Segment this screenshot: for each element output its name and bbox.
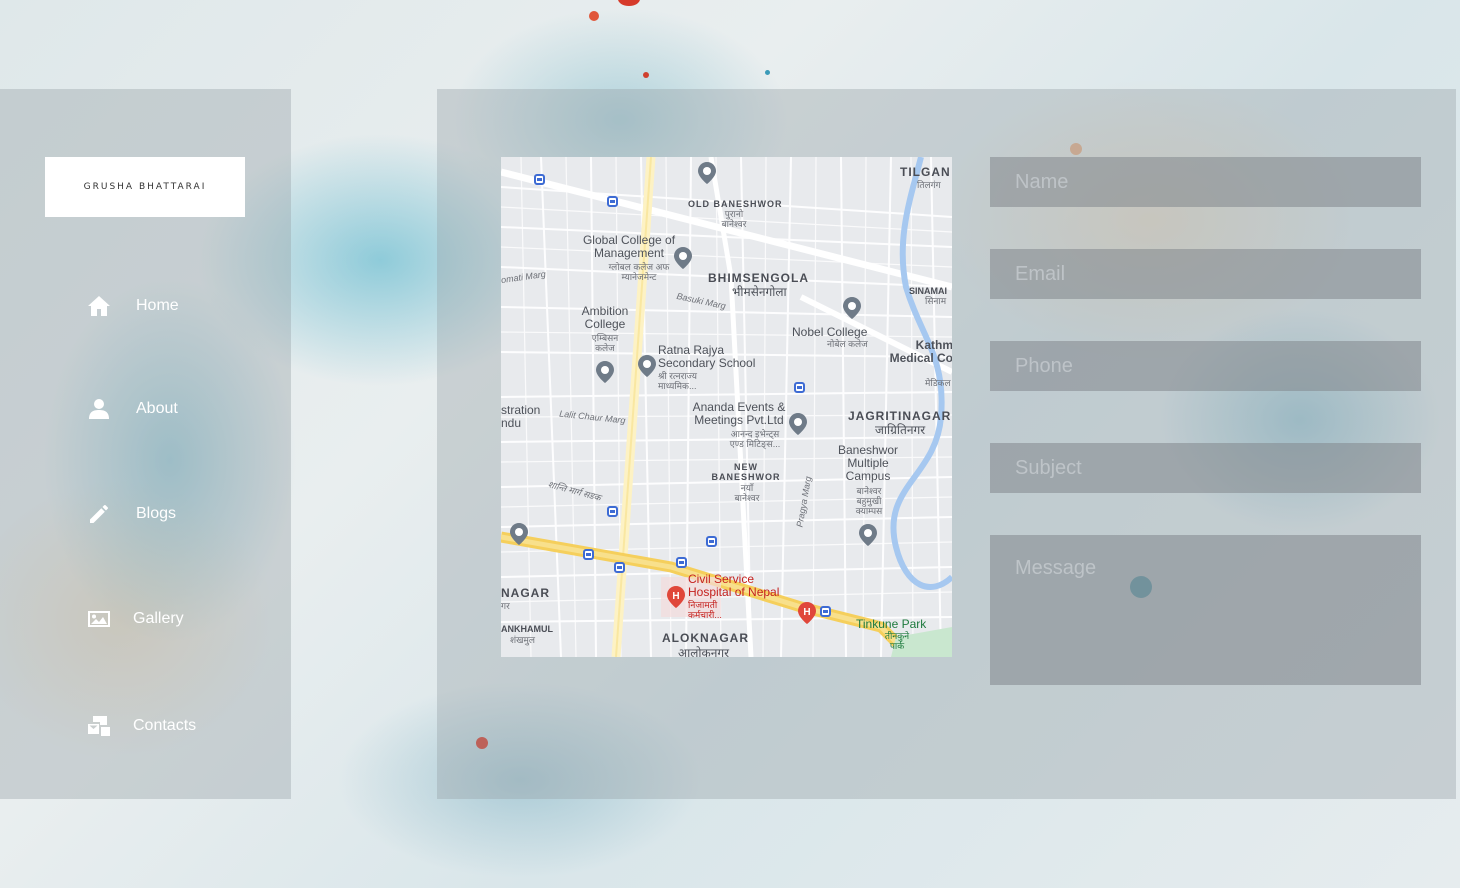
background-splash	[618, 0, 640, 6]
map-label-bhimsengola-dev: भीमसेनगोला	[732, 285, 787, 299]
nav-item-home[interactable]: Home	[86, 293, 179, 319]
map-label-kathmandu-medical: Kathm Medical Co	[889, 338, 952, 366]
map-label-nobel-college-dev: नोबेल कलेज	[827, 339, 868, 349]
map-label-global-college: Global College of Management	[582, 233, 676, 261]
map-label-tinkune-park-dev: तीनकुने पार्क	[884, 631, 910, 651]
pencil-icon	[86, 501, 112, 527]
map-label-ambition-college: Ambition College	[581, 304, 629, 332]
home-icon	[86, 293, 112, 319]
image-icon	[86, 606, 112, 632]
nav-item-gallery[interactable]: Gallery	[86, 606, 184, 632]
nav-item-label: Blogs	[136, 505, 177, 522]
map-label-ankhamul-dev: शंखमुल	[510, 635, 535, 645]
map-label-sinamangal-dev: सिनाम	[925, 296, 947, 306]
bus-stop-icon[interactable]	[676, 557, 687, 568]
map-label-ratna-rajya-dev: श्री रत्नराज्य माध्यमिक...	[658, 371, 698, 391]
map-label-nobel-college: Nobel College	[792, 325, 868, 339]
background-splash	[643, 72, 649, 78]
map-pin-icon[interactable]	[843, 297, 861, 319]
nav-item-label: Home	[136, 297, 179, 314]
nav-item-label: Contacts	[133, 717, 197, 734]
map-label-civil-service-dev: निजामती कर्मचारी...	[688, 600, 722, 620]
map-label-baneshwor-campus-dev: बानेश्वर बहुमुखी क्याम्पस	[855, 486, 883, 516]
map-pin-icon[interactable]	[698, 162, 716, 184]
nav-item-about[interactable]: About	[86, 396, 178, 422]
map-pin-icon[interactable]	[596, 361, 614, 383]
bus-stop-icon[interactable]	[534, 174, 545, 185]
subject-field[interactable]	[990, 443, 1421, 493]
map-pin-icon[interactable]	[510, 523, 528, 545]
logo[interactable]: GRUSHA BHATTARAI	[45, 157, 245, 217]
map-pin-icon[interactable]	[674, 247, 692, 269]
logo-text: GRUSHA BHATTARAI	[83, 182, 207, 192]
hospital-pin-icon[interactable]: H	[667, 586, 685, 608]
sidebar: GRUSHA BHATTARAI Home About Blogs Galler…	[0, 89, 291, 799]
contacts-icon	[86, 713, 112, 739]
map-label-ratna-rajya: Ratna Rajya Secondary School	[658, 343, 756, 371]
map-label-kathmandu-medical-dev: मेडिकल	[925, 378, 951, 388]
message-field[interactable]	[990, 535, 1421, 685]
bus-stop-icon[interactable]	[583, 549, 594, 560]
svg-text:H: H	[672, 591, 679, 602]
map-label-tilgan-dev: तिलगंग	[917, 180, 941, 190]
bus-stop-icon[interactable]	[614, 562, 625, 573]
nav-item-blogs[interactable]: Blogs	[86, 501, 176, 527]
nav-item-label: Gallery	[133, 610, 184, 627]
map-label-ananda-events-dev: आनन्द इभेन्ट्स एण्ड मिटिङ्स...	[729, 429, 781, 449]
map-label-new-baneshwor: NEW BANESHWOR	[711, 462, 781, 482]
map-label-ananda-events: Ananda Events & Meetings Pvt.Ltd	[692, 400, 786, 428]
map-label-jagritinagar-dev: जाग्रितिनगर	[875, 423, 926, 437]
map-pin-icon[interactable]	[789, 413, 807, 435]
map-label-aloknagar-dev: आलोकनगर	[678, 646, 730, 657]
map-label-tinkune-park: Tinkune Park	[856, 617, 927, 631]
bus-stop-icon[interactable]	[607, 506, 618, 517]
map-pin-icon[interactable]	[638, 355, 656, 377]
map-label-baneshwor-campus: Baneshwor Multiple Campus	[837, 443, 899, 484]
map-label-nagar-dev: गर	[501, 601, 510, 611]
map-label-nagar: NAGAR	[501, 586, 550, 600]
map-label-civil-service: Civil Service Hospital of Nepal	[688, 572, 780, 600]
map-label-new-baneshwor-dev: नयाँ बानेश्वर	[734, 483, 760, 503]
hospital-pin-icon[interactable]: H	[798, 602, 816, 624]
location-map[interactable]: TILGAN तिलगंग OLD BANESHWOR पुरानो बानेश…	[501, 157, 952, 657]
user-icon	[86, 396, 112, 422]
map-label-jagritinagar: JAGRITINAGAR	[848, 409, 952, 423]
map-label-ankhamul: ANKHAMUL	[501, 624, 553, 634]
map-label-old-baneshwor-dev: पुरानो बानेश्वर	[721, 209, 747, 229]
nav-item-contacts[interactable]: Contacts	[86, 713, 196, 739]
background-splash	[589, 11, 599, 21]
bus-stop-icon[interactable]	[820, 606, 831, 617]
phone-field[interactable]	[990, 341, 1421, 391]
bus-stop-icon[interactable]	[706, 536, 717, 547]
email-field[interactable]	[990, 249, 1421, 299]
map-label-stration: stration ndu	[501, 403, 541, 431]
map-label-aloknagar: ALOKNAGAR	[662, 631, 749, 645]
background-splash	[765, 70, 770, 75]
bus-stop-icon[interactable]	[607, 196, 618, 207]
svg-text:H: H	[803, 607, 810, 618]
bus-stop-icon[interactable]	[794, 382, 805, 393]
nav-item-label: About	[136, 400, 178, 417]
name-field[interactable]	[990, 157, 1421, 207]
map-label-tilgan: TILGAN	[900, 165, 951, 179]
map-label-ambition-college-dev: एम्बिसन कलेज	[591, 333, 619, 353]
map-pin-icon[interactable]	[859, 524, 877, 546]
map-label-bhimsengola: BHIMSENGOLA	[708, 271, 809, 285]
map-label-global-college-dev: ग्लोबल कलेज अफ म्यानेजमेन्ट	[608, 262, 670, 282]
